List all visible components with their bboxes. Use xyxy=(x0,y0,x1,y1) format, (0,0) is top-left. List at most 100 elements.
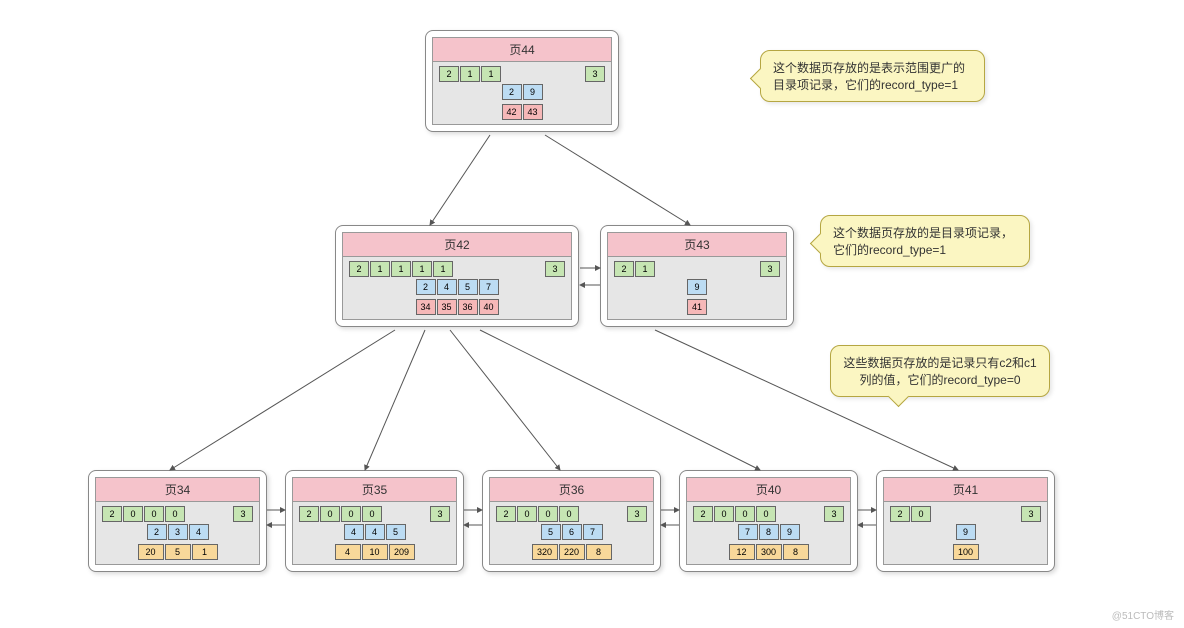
c1-cell: 320 xyxy=(532,544,558,560)
c2-cell: 3 xyxy=(168,524,188,540)
key-cell: 7 xyxy=(479,279,499,295)
page-36: 页36 2 0 0 0 3 5 6 7 320 220 8 xyxy=(489,477,654,565)
hdr-cell: 0 xyxy=(123,506,143,522)
page-40-title: 页40 xyxy=(687,478,850,502)
page-43: 页43 2 1 3 9 41 xyxy=(607,232,787,320)
hdr-cell: 0 xyxy=(320,506,340,522)
hdr-cell: 3 xyxy=(585,66,605,82)
page-41-frame: 页41 2 0 3 9 100 xyxy=(876,470,1055,572)
hdr-cell: 0 xyxy=(341,506,361,522)
hdr-cell: 3 xyxy=(545,261,565,277)
ptr-cell: 36 xyxy=(458,299,478,315)
c1-cell: 20 xyxy=(138,544,164,560)
hdr-cell: 2 xyxy=(496,506,516,522)
page-43-frame: 页43 2 1 3 9 41 xyxy=(600,225,794,327)
hdr-cell: 2 xyxy=(439,66,459,82)
hdr-cell: 3 xyxy=(1021,506,1041,522)
c2-cell: 4 xyxy=(189,524,209,540)
c2-cell: 2 xyxy=(147,524,167,540)
hdr-cell: 3 xyxy=(760,261,780,277)
hdr-cell: 2 xyxy=(890,506,910,522)
c2-cell: 4 xyxy=(344,524,364,540)
page-44-frame: 页44 2 1 1 3 2 9 42 43 xyxy=(425,30,619,132)
key-cell: 5 xyxy=(458,279,478,295)
ptr-cell: 41 xyxy=(687,299,707,315)
page-42: 页42 2 1 1 1 1 3 2 4 5 7 34 35 36 40 xyxy=(342,232,572,320)
hdr-cell: 0 xyxy=(165,506,185,522)
c1-cell: 5 xyxy=(165,544,191,560)
key-cell: 9 xyxy=(687,279,707,295)
page-34-title: 页34 xyxy=(96,478,259,502)
page-44-title: 页44 xyxy=(433,38,611,62)
page-35-title: 页35 xyxy=(293,478,456,502)
page-41: 页41 2 0 3 9 100 xyxy=(883,477,1048,565)
page-44: 页44 2 1 1 3 2 9 42 43 xyxy=(432,37,612,125)
key-cell: 9 xyxy=(523,84,543,100)
c1-cell: 8 xyxy=(783,544,809,560)
c1-cell: 220 xyxy=(559,544,585,560)
page-36-title: 页36 xyxy=(490,478,653,502)
hdr-cell: 0 xyxy=(517,506,537,522)
c1-cell: 4 xyxy=(335,544,361,560)
hdr-cell: 0 xyxy=(144,506,164,522)
page-35-frame: 页35 2 0 0 0 3 4 4 5 4 10 209 xyxy=(285,470,464,572)
hdr-cell: 1 xyxy=(391,261,411,277)
watermark: @51CTO博客 xyxy=(1112,607,1174,622)
hdr-cell: 2 xyxy=(299,506,319,522)
c2-cell: 5 xyxy=(541,524,561,540)
page-43-title: 页43 xyxy=(608,233,786,257)
hdr-cell: 0 xyxy=(714,506,734,522)
c1-cell: 1 xyxy=(192,544,218,560)
hdr-cell: 0 xyxy=(559,506,579,522)
hdr-cell: 1 xyxy=(370,261,390,277)
hdr-cell: 3 xyxy=(627,506,647,522)
c1-cell: 8 xyxy=(586,544,612,560)
c2-cell: 7 xyxy=(583,524,603,540)
c2-cell: 5 xyxy=(386,524,406,540)
page-40-frame: 页40 2 0 0 0 3 7 8 9 12 300 8 xyxy=(679,470,858,572)
page-36-frame: 页36 2 0 0 0 3 5 6 7 320 220 8 xyxy=(482,470,661,572)
annotation-bot: 这些数据页存放的是记录只有c2和c1列的值，它们的record_type=0 xyxy=(830,345,1050,397)
c1-cell: 300 xyxy=(756,544,782,560)
hdr-cell: 2 xyxy=(102,506,122,522)
hdr-cell: 2 xyxy=(349,261,369,277)
page-42-title: 页42 xyxy=(343,233,571,257)
hdr-cell: 0 xyxy=(756,506,776,522)
page-40: 页40 2 0 0 0 3 7 8 9 12 300 8 xyxy=(686,477,851,565)
hdr-cell: 1 xyxy=(433,261,453,277)
hdr-cell: 1 xyxy=(481,66,501,82)
hdr-cell: 3 xyxy=(233,506,253,522)
hdr-cell: 0 xyxy=(911,506,931,522)
hdr-cell: 0 xyxy=(735,506,755,522)
hdr-cell: 3 xyxy=(430,506,450,522)
ptr-cell: 42 xyxy=(502,104,522,120)
page-42-frame: 页42 2 1 1 1 1 3 2 4 5 7 34 35 36 40 xyxy=(335,225,579,327)
c1-cell: 12 xyxy=(729,544,755,560)
c1-cell: 10 xyxy=(362,544,388,560)
page-41-title: 页41 xyxy=(884,478,1047,502)
key-cell: 2 xyxy=(502,84,522,100)
annotation-top: 这个数据页存放的是表示范围更广的目录项记录，它们的record_type=1 xyxy=(760,50,985,102)
c2-cell: 7 xyxy=(738,524,758,540)
hdr-cell: 2 xyxy=(693,506,713,522)
hdr-cell: 2 xyxy=(614,261,634,277)
hdr-cell: 1 xyxy=(635,261,655,277)
ptr-cell: 40 xyxy=(479,299,499,315)
c1-cell: 100 xyxy=(953,544,979,560)
key-cell: 2 xyxy=(416,279,436,295)
c2-cell: 9 xyxy=(780,524,800,540)
c2-cell: 4 xyxy=(365,524,385,540)
hdr-cell: 1 xyxy=(460,66,480,82)
c1-cell: 209 xyxy=(389,544,415,560)
ptr-cell: 34 xyxy=(416,299,436,315)
key-cell: 4 xyxy=(437,279,457,295)
ptr-cell: 43 xyxy=(523,104,543,120)
page-35: 页35 2 0 0 0 3 4 4 5 4 10 209 xyxy=(292,477,457,565)
page-34: 页34 2 0 0 0 3 2 3 4 20 5 1 xyxy=(95,477,260,565)
hdr-cell: 1 xyxy=(412,261,432,277)
annotation-mid: 这个数据页存放的是目录项记录，它们的record_type=1 xyxy=(820,215,1030,267)
hdr-cell: 0 xyxy=(538,506,558,522)
hdr-cell: 3 xyxy=(824,506,844,522)
c2-cell: 8 xyxy=(759,524,779,540)
ptr-cell: 35 xyxy=(437,299,457,315)
